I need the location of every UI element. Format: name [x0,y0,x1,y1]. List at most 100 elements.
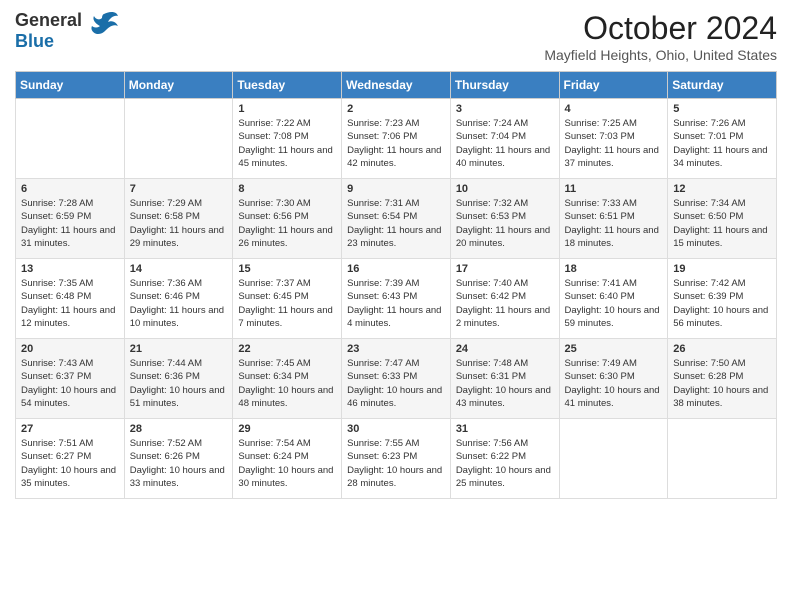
day-info: Sunrise: 7:36 AMSunset: 6:46 PMDaylight:… [130,278,224,329]
day-info: Sunrise: 7:42 AMSunset: 6:39 PMDaylight:… [673,278,768,329]
logo-general: General [15,10,82,30]
calendar-cell: 10 Sunrise: 7:32 AMSunset: 6:53 PMDayligh… [450,179,559,259]
calendar-week-1: 1 Sunrise: 7:22 AMSunset: 7:08 PMDaylight… [16,99,777,179]
day-info: Sunrise: 7:48 AMSunset: 6:31 PMDaylight:… [456,358,551,409]
day-number: 16 [347,263,445,275]
day-info: Sunrise: 7:52 AMSunset: 6:26 PMDaylight:… [130,438,225,489]
calendar-cell: 14 Sunrise: 7:36 AMSunset: 6:46 PMDayligh… [124,259,233,339]
day-info: Sunrise: 7:37 AMSunset: 6:45 PMDaylight:… [238,278,332,329]
calendar-cell: 20 Sunrise: 7:43 AMSunset: 6:37 PMDayligh… [16,339,125,419]
day-number: 5 [673,103,771,115]
header-day-monday: Monday [124,72,233,99]
header-day-thursday: Thursday [450,72,559,99]
day-info: Sunrise: 7:39 AMSunset: 6:43 PMDaylight:… [347,278,441,329]
day-number: 23 [347,343,445,355]
day-number: 20 [21,343,119,355]
day-number: 26 [673,343,771,355]
day-info: Sunrise: 7:32 AMSunset: 6:53 PMDaylight:… [456,198,550,249]
calendar-cell: 9 Sunrise: 7:31 AMSunset: 6:54 PMDaylight… [342,179,451,259]
day-number: 7 [130,183,228,195]
day-info: Sunrise: 7:47 AMSunset: 6:33 PMDaylight:… [347,358,442,409]
day-number: 8 [238,183,336,195]
calendar-cell: 28 Sunrise: 7:52 AMSunset: 6:26 PMDayligh… [124,419,233,499]
calendar-cell: 1 Sunrise: 7:22 AMSunset: 7:08 PMDaylight… [233,99,342,179]
day-info: Sunrise: 7:28 AMSunset: 6:59 PMDaylight:… [21,198,115,249]
day-info: Sunrise: 7:55 AMSunset: 6:23 PMDaylight:… [347,438,442,489]
calendar-cell [124,99,233,179]
page-header: General Blue October 2024 Mayfield Heigh… [15,10,777,63]
calendar-cell: 23 Sunrise: 7:47 AMSunset: 6:33 PMDayligh… [342,339,451,419]
logo-text: General Blue [15,10,82,52]
day-info: Sunrise: 7:35 AMSunset: 6:48 PMDaylight:… [21,278,115,329]
calendar-cell [668,419,777,499]
calendar-header-row: SundayMondayTuesdayWednesdayThursdayFrid… [16,72,777,99]
calendar-cell: 5 Sunrise: 7:26 AMSunset: 7:01 PMDaylight… [668,99,777,179]
day-number: 3 [456,103,554,115]
day-number: 11 [565,183,663,195]
calendar-week-5: 27Sunrise: 7:51 AMSunset: 6:27 PMDayligh… [16,419,777,499]
day-number: 28 [130,423,228,435]
day-info: Sunrise: 7:45 AMSunset: 6:34 PMDaylight:… [238,358,333,409]
day-info: Sunrise: 7:56 AMSunset: 6:22 PMDaylight:… [456,438,551,489]
day-number: 15 [238,263,336,275]
calendar-cell: 15 Sunrise: 7:37 AMSunset: 6:45 PMDayligh… [233,259,342,339]
day-number: 4 [565,103,663,115]
calendar-week-4: 20 Sunrise: 7:43 AMSunset: 6:37 PMDayligh… [16,339,777,419]
header-day-tuesday: Tuesday [233,72,342,99]
header-day-saturday: Saturday [668,72,777,99]
calendar-cell: 12 Sunrise: 7:34 AMSunset: 6:50 PMDayligh… [668,179,777,259]
day-number: 1 [238,103,336,115]
day-info: Sunrise: 7:50 AMSunset: 6:28 PMDaylight:… [673,358,768,409]
calendar-cell: 13 Sunrise: 7:35 AMSunset: 6:48 PMDayligh… [16,259,125,339]
header-day-friday: Friday [559,72,668,99]
day-info: Sunrise: 7:34 AMSunset: 6:50 PMDaylight:… [673,198,767,249]
day-number: 31 [456,423,554,435]
day-number: 18 [565,263,663,275]
day-info: Sunrise: 7:40 AMSunset: 6:42 PMDaylight:… [456,278,550,329]
day-number: 2 [347,103,445,115]
day-number: 10 [456,183,554,195]
calendar-week-3: 13 Sunrise: 7:35 AMSunset: 6:48 PMDayligh… [16,259,777,339]
calendar-cell: 8Sunrise: 7:30 AMSunset: 6:56 PMDaylight… [233,179,342,259]
month-title: October 2024 [544,10,777,47]
calendar-cell: 11 Sunrise: 7:33 AMSunset: 6:51 PMDayligh… [559,179,668,259]
day-number: 22 [238,343,336,355]
day-number: 17 [456,263,554,275]
day-number: 14 [130,263,228,275]
calendar-cell: 31 Sunrise: 7:56 AMSunset: 6:22 PMDayligh… [450,419,559,499]
day-info: Sunrise: 7:33 AMSunset: 6:51 PMDaylight:… [565,198,659,249]
day-number: 12 [673,183,771,195]
calendar-cell: 26 Sunrise: 7:50 AMSunset: 6:28 PMDayligh… [668,339,777,419]
calendar-cell: 25Sunrise: 7:49 AMSunset: 6:30 PMDayligh… [559,339,668,419]
day-info: Sunrise: 7:41 AMSunset: 6:40 PMDaylight:… [565,278,660,329]
calendar-cell: 21Sunrise: 7:44 AMSunset: 6:36 PMDayligh… [124,339,233,419]
day-info: Sunrise: 7:23 AMSunset: 7:06 PMDaylight:… [347,118,441,169]
calendar-cell [559,419,668,499]
day-info: Sunrise: 7:44 AMSunset: 6:36 PMDaylight:… [130,358,225,409]
day-info: Sunrise: 7:22 AMSunset: 7:08 PMDaylight:… [238,118,332,169]
logo-blue: Blue [15,31,54,51]
calendar-cell: 19 Sunrise: 7:42 AMSunset: 6:39 PMDayligh… [668,259,777,339]
day-number: 24 [456,343,554,355]
day-info: Sunrise: 7:51 AMSunset: 6:27 PMDaylight:… [21,438,116,489]
calendar-cell: 29Sunrise: 7:54 AMSunset: 6:24 PMDayligh… [233,419,342,499]
calendar-table: SundayMondayTuesdayWednesdayThursdayFrid… [15,71,777,499]
location-text: Mayfield Heights, Ohio, United States [544,47,777,63]
day-number: 19 [673,263,771,275]
day-info: Sunrise: 7:26 AMSunset: 7:01 PMDaylight:… [673,118,767,169]
calendar-cell: 22 Sunrise: 7:45 AMSunset: 6:34 PMDayligh… [233,339,342,419]
logo-bird-icon [88,10,120,43]
day-number: 6 [21,183,119,195]
calendar-cell: 2 Sunrise: 7:23 AMSunset: 7:06 PMDaylight… [342,99,451,179]
logo: General Blue [15,10,120,52]
title-section: October 2024 Mayfield Heights, Ohio, Uni… [544,10,777,63]
calendar-cell: 6 Sunrise: 7:28 AMSunset: 6:59 PMDaylight… [16,179,125,259]
calendar-cell: 17 Sunrise: 7:40 AMSunset: 6:42 PMDayligh… [450,259,559,339]
header-day-sunday: Sunday [16,72,125,99]
day-info: Sunrise: 7:54 AMSunset: 6:24 PMDaylight:… [238,438,333,489]
day-info: Sunrise: 7:31 AMSunset: 6:54 PMDaylight:… [347,198,441,249]
day-number: 9 [347,183,445,195]
calendar-cell: 18 Sunrise: 7:41 AMSunset: 6:40 PMDayligh… [559,259,668,339]
day-info: Sunrise: 7:43 AMSunset: 6:37 PMDaylight:… [21,358,116,409]
day-number: 13 [21,263,119,275]
